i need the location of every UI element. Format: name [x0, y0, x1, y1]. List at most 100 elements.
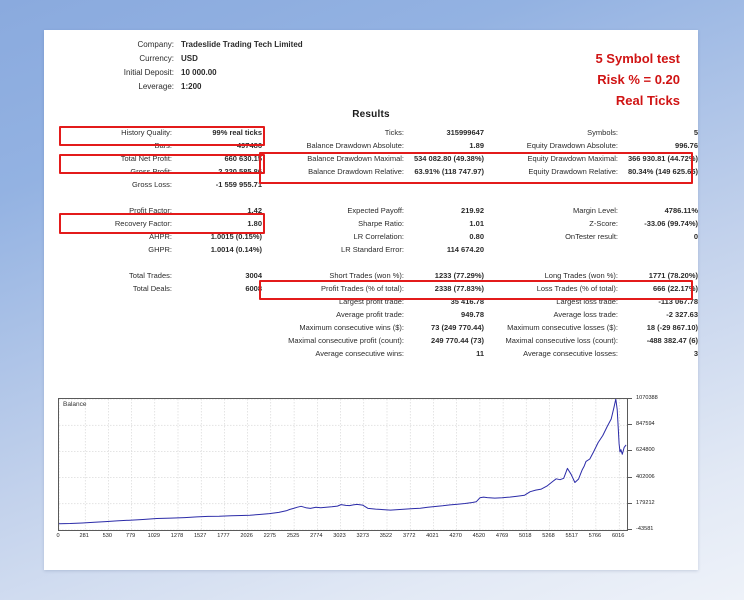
stat-label: LR Standard Error:	[341, 245, 404, 254]
chart-x-tick: 6016	[611, 533, 625, 539]
stat-row: Profit Factor: 1.42 Expected Payoff: 219…	[44, 204, 698, 217]
stat-cell-empty	[484, 178, 698, 191]
stat-cell-empty	[44, 321, 262, 334]
chart-y-tick: 847594	[636, 421, 655, 428]
stat-cell-lr-standard-error: LR Standard Error: 114 674.20	[262, 243, 484, 256]
stat-value: 249 770.44 (73)	[431, 336, 484, 345]
stat-label: Bars:	[154, 141, 172, 150]
chart-x-tick: 1278	[170, 533, 184, 539]
stat-value: 660 630.15	[224, 154, 262, 163]
stat-label: Profit Trades (% of total):	[321, 284, 404, 293]
chart-x-tick: 2525	[286, 533, 300, 539]
stat-row: Average consecutive wins: 11 Average con…	[44, 347, 698, 360]
stat-cell-empty	[44, 334, 262, 347]
stat-value: 666 (22.17%)	[652, 284, 698, 293]
stat-cell-profit-trades: Profit Trades (% of total): 2338 (77.83%…	[262, 282, 484, 295]
stat-cell-empty	[262, 178, 484, 191]
chart-x-tick: 4270	[449, 533, 462, 539]
stat-value: 63.91% (118 747.97)	[414, 167, 484, 176]
stat-cell-z-score: Z-Score: -33.06 (99.74%)	[484, 217, 698, 230]
stat-value: 1771 (78.20%)	[648, 271, 698, 280]
initial-deposit-value: 10 000.00	[181, 68, 217, 77]
stat-label: AHPR:	[149, 232, 172, 241]
stat-label: OnTester result:	[565, 232, 618, 241]
company-value: Tradeslide Trading Tech Limited	[181, 40, 303, 49]
stat-cell-maximum-consecutive-losses: Maximum consecutive losses ($): 18 (-29 …	[484, 321, 698, 334]
chart-title: Balance	[63, 401, 87, 408]
stat-value: -488 382.47 (6)	[646, 336, 698, 345]
stat-value: 497486	[236, 141, 262, 150]
stat-label: Equity Drawdown Relative:	[528, 167, 618, 176]
header-row-leverage: Leverage: 1:200	[44, 80, 374, 94]
chart-plot-area: Balance	[58, 398, 628, 531]
header-row-company: Company: Tradeslide Trading Tech Limited	[44, 38, 374, 52]
stat-value: 5	[693, 128, 698, 137]
stat-value: 3	[693, 349, 698, 358]
stat-row: Bars: 497486 Balance Drawdown Absolute: …	[44, 139, 698, 152]
stat-cell-total-deals: Total Deals: 6008	[44, 282, 262, 295]
chart-y-tick: 1070388	[636, 395, 658, 401]
results-heading: Results	[352, 109, 390, 120]
stat-label: Maximum consecutive wins ($):	[299, 323, 404, 332]
stat-label: History Quality:	[121, 128, 172, 137]
stat-label: Largest profit trade:	[338, 297, 404, 306]
stat-label: Average consecutive wins:	[315, 349, 404, 358]
stat-label: Sharpe Ratio:	[358, 219, 404, 228]
chart-x-tick: 2275	[263, 533, 277, 539]
chart-x-axis-labels: 0 281 530 779 1029 1278 1527 1777 2026 2275 2525 27…	[56, 533, 628, 545]
stat-value: 99% real ticks	[212, 128, 262, 137]
stat-cell-ghpr: GHPR: 1.0014 (0.14%)	[44, 243, 262, 256]
stat-label: Average loss trade:	[553, 310, 618, 319]
stat-cell-ticks: Ticks: 315999647	[262, 126, 484, 139]
stat-label: Gross Loss:	[131, 180, 172, 189]
stat-row: Average profit trade: 949.78 Average los…	[44, 308, 698, 321]
chart-y-tick: 624800	[636, 447, 655, 454]
stat-label: Recovery Factor:	[114, 219, 172, 228]
chart-y-tickmark	[628, 529, 632, 530]
stat-value: -33.06 (99.74%)	[644, 219, 698, 228]
stat-row: Largest profit trade: 35 416.78 Largest …	[44, 295, 698, 308]
stat-value: 1.0014 (0.14%)	[210, 245, 262, 254]
stat-cell-long-trades: Long Trades (won %): 1771 (78.20%)	[484, 269, 698, 282]
chart-x-tick: 779	[125, 533, 136, 539]
stat-cell-balance-drawdown-relative: Balance Drawdown Relative: 63.91% (118 7…	[262, 165, 484, 178]
chart-x-tick: 5766	[588, 533, 602, 539]
currency-value: USD	[181, 54, 198, 63]
stat-cell-balance-drawdown-absolute: Balance Drawdown Absolute: 1.89	[262, 139, 484, 152]
stat-value: 1.01	[469, 219, 484, 228]
chart-x-tick: 4021	[426, 533, 439, 539]
chart-y-tick: 402006	[636, 473, 655, 480]
stat-cell-total-trades: Total Trades: 3004	[44, 269, 262, 282]
stat-cell-expected-payoff: Expected Payoff: 219.92	[262, 204, 484, 217]
stat-label: Total Trades:	[129, 271, 172, 280]
stat-value: 11	[476, 349, 484, 358]
stat-label: Largest loss trade:	[556, 297, 618, 306]
stat-cell-average-consecutive-wins: Average consecutive wins: 11	[262, 347, 484, 360]
stat-value: 534 082.80 (49.38%)	[413, 154, 484, 163]
stat-row: Total Net Profit: 660 630.15 Balance Dra…	[44, 152, 698, 165]
stat-label: Total Net Profit:	[120, 154, 172, 163]
stat-value: 0.80	[469, 232, 484, 241]
leverage-label: Leverage:	[138, 82, 174, 91]
chart-x-tick: 281	[79, 533, 89, 539]
chart-svg	[58, 398, 627, 531]
stat-value: 35 416.78	[450, 297, 484, 306]
stat-cell-largest-profit-trade: Largest profit trade: 35 416.78	[262, 295, 484, 308]
annotation-line-1: 5 Symbol test	[595, 51, 680, 66]
chart-y-tickmark	[628, 424, 632, 426]
stat-cell-total-net-profit: Total Net Profit: 660 630.15	[44, 152, 262, 165]
stat-cell-largest-loss-trade: Largest loss trade: -113 067.78	[484, 295, 698, 308]
stat-row: Total Trades: 3004 Short Trades (won %):…	[44, 269, 698, 282]
test-annotation: 5 Symbol test Risk % = 0.20 Real Ticks	[490, 48, 680, 111]
stat-label: Average consecutive losses:	[523, 349, 618, 358]
stat-cell-symbols: Symbols: 5	[484, 126, 698, 139]
stat-cell-equity-drawdown-maximal: Equity Drawdown Maximal: 366 930.81 (44.…	[484, 152, 698, 165]
stat-row: AHPR: 1.0015 (0.15%) LR Correlation: 0.8…	[44, 230, 698, 243]
chart-y-tickmark	[628, 450, 632, 452]
stat-cell-maximal-consecutive-loss: Maximal consecutive loss (count): -488 3…	[484, 334, 698, 347]
chart-x-tick: 1527	[193, 533, 207, 539]
stat-label: Loss Trades (% of total):	[536, 284, 618, 293]
stat-value: -2 327.63	[666, 310, 698, 319]
stat-cell-maximal-consecutive-profit: Maximal consecutive profit (count): 249 …	[262, 334, 484, 347]
